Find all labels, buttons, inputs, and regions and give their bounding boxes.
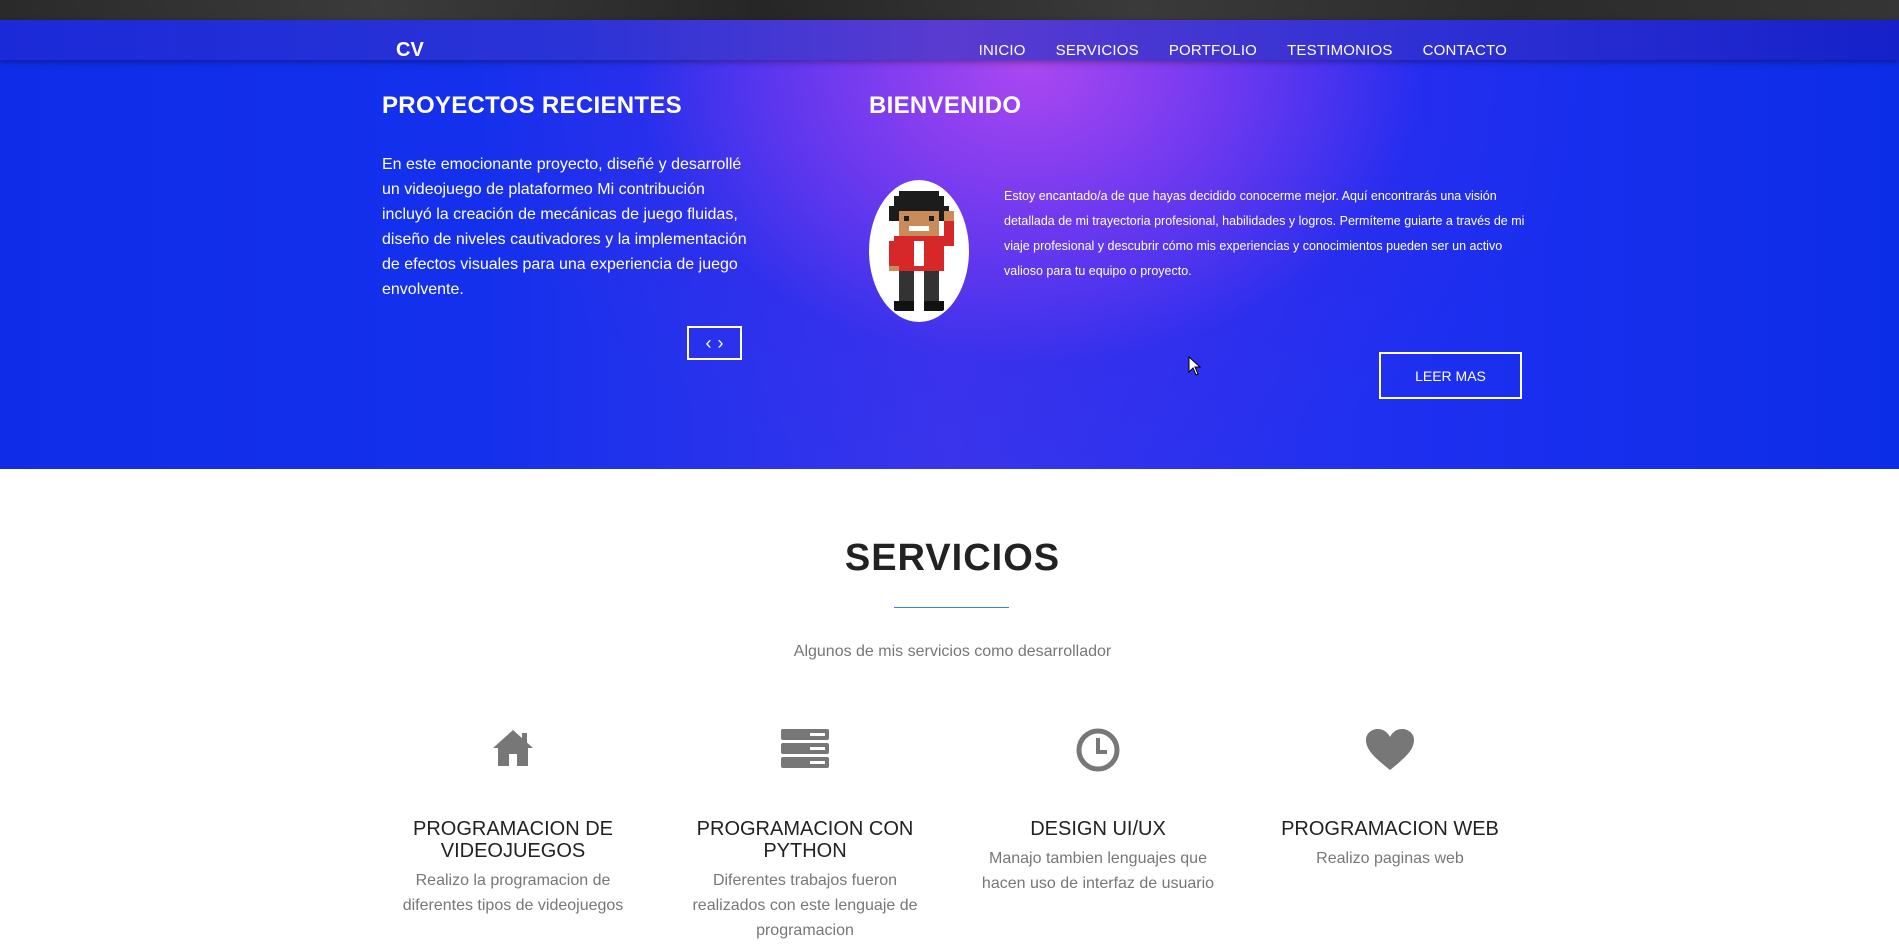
navbar: CV INICIO SERVICIOS PORTFOLIO TESTIMONIO… [0, 20, 1899, 60]
service-item-videogames: PROGRAMACION DE VIDEOJUEGOS Realizo la p… [393, 728, 633, 918]
service-title: PROGRAMACION CON PYTHON [696, 818, 914, 862]
nav-item-servicios[interactable]: SERVICIOS [1056, 42, 1139, 60]
service-text: Realizo la programacion de diferentes ti… [402, 872, 624, 914]
carousel-controls: ‹ › [687, 326, 742, 360]
mouse-cursor-icon [1188, 356, 1202, 376]
service-item-python: PROGRAMACION CON PYTHON Diferentes traba… [685, 728, 925, 943]
hero-section: PROYECTOS RECIENTES En este emocionante … [0, 60, 1899, 469]
recent-projects-title: PROYECTOS RECIENTES [382, 92, 682, 119]
nav-item-inicio[interactable]: INICIO [979, 42, 1026, 60]
service-title: PROGRAMACION DE VIDEOJUEGOS [412, 818, 614, 862]
carousel-prev-icon[interactable]: ‹ [706, 334, 712, 352]
service-title: PROGRAMACION WEB [1281, 818, 1499, 840]
service-item-web: PROGRAMACION WEB Realizo paginas web [1270, 728, 1510, 871]
welcome-title: BIENVENIDO [869, 92, 1022, 119]
service-text: Manajo tambien lenguajes que hacen uso d… [981, 850, 1215, 892]
clock-icon [978, 728, 1218, 786]
header-background-photo [0, 0, 1899, 20]
service-title: DESIGN UI/UX [1030, 818, 1166, 840]
nav-item-contacto[interactable]: CONTACTO [1423, 42, 1507, 60]
avatar [869, 180, 969, 322]
nav-menu: INICIO SERVICIOS PORTFOLIO TESTIMONIOS C… [979, 42, 1507, 60]
brand-logo[interactable]: CV [396, 40, 424, 60]
services-divider [894, 607, 1009, 608]
services-title: SERVICIOS [844, 537, 1061, 579]
service-text: Realizo paginas web [1316, 850, 1464, 867]
read-more-button[interactable]: LEER MAS [1379, 352, 1522, 399]
service-item-uiux: DESIGN UI/UX Manajo tambien lenguajes qu… [978, 728, 1218, 896]
nav-item-portfolio[interactable]: PORTFOLIO [1169, 42, 1257, 60]
pixel-character-icon [889, 191, 954, 311]
home-icon [393, 728, 633, 786]
nav-item-testimonios[interactable]: TESTIMONIOS [1287, 42, 1393, 60]
services-subtitle: Algunos de mis servicios como desarrolla… [793, 643, 1112, 660]
service-text: Diferentes trabajos fueron realizados co… [692, 872, 918, 939]
heart-icon [1270, 728, 1510, 786]
carousel-next-icon[interactable]: › [718, 334, 724, 352]
welcome-description: Estoy encantado/a de que hayas decidido … [1004, 189, 1525, 278]
recent-project-description: En este emocionante proyecto, diseñé y d… [382, 156, 747, 298]
server-icon [685, 728, 925, 786]
